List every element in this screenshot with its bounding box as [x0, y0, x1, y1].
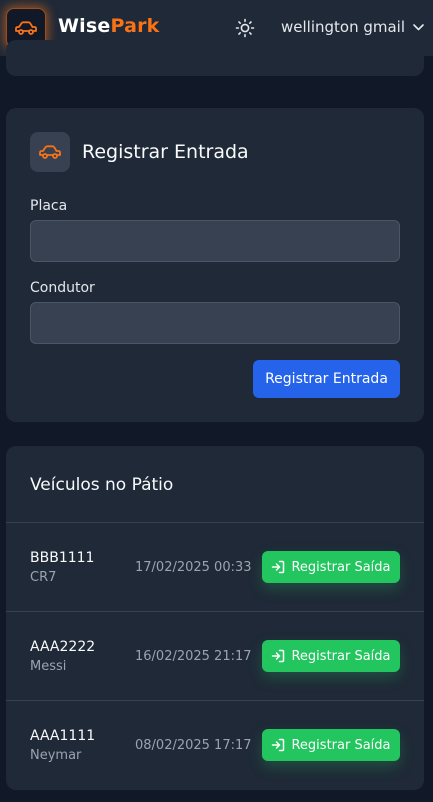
sign-in-icon [271, 560, 285, 574]
vehicles-card: Veículos no Pátio BBB1111 CR7 17/02/2025… [6, 446, 424, 790]
vehicle-entry-time: 16/02/2025 21:17 [135, 649, 252, 664]
vehicle-plate: BBB1111 [30, 550, 95, 566]
entry-car-icon-box [30, 132, 70, 172]
entry-title: Registrar Entrada [82, 141, 249, 163]
register-exit-button[interactable]: Registrar Saída [262, 640, 400, 672]
vehicle-plate: AAA1111 [30, 728, 96, 744]
vehicle-entry-time: 17/02/2025 00:33 [135, 560, 252, 575]
sun-icon [235, 18, 255, 38]
register-exit-label: Registrar Saída [291, 559, 391, 575]
previous-card [6, 40, 424, 76]
sign-in-icon [271, 738, 285, 752]
vehicle-plate: AAA2222 [30, 639, 96, 655]
chevron-down-icon [413, 23, 424, 31]
vehicle-driver: Neymar [30, 748, 82, 763]
register-exit-label: Registrar Saída [291, 737, 391, 753]
driver-label: Condutor [30, 280, 95, 296]
vehicle-driver: CR7 [30, 570, 57, 585]
sign-in-icon [271, 649, 285, 663]
vehicle-entry-time: 08/02/2025 17:17 [135, 738, 252, 753]
brand-part-wise: Wise [58, 15, 111, 37]
vehicle-driver: Messi [30, 659, 67, 674]
vehicle-row: AAA1111 Neymar 08/02/2025 17:17 Registra… [6, 700, 424, 789]
brand-name: WisePark [58, 15, 160, 37]
car-icon [39, 145, 61, 159]
vehicle-row: AAA2222 Messi 16/02/2025 21:17 Registrar… [6, 611, 424, 700]
theme-toggle-button[interactable] [234, 17, 256, 39]
plate-input[interactable] [30, 220, 400, 262]
register-exit-button[interactable]: Registrar Saída [262, 729, 400, 761]
entry-card: Registrar Entrada Placa Condutor Registr… [6, 108, 424, 422]
register-entry-button[interactable]: Registrar Entrada [253, 360, 400, 398]
car-icon [15, 21, 37, 35]
register-exit-button[interactable]: Registrar Saída [262, 551, 400, 583]
user-menu[interactable]: wellington gmail [281, 18, 424, 36]
register-exit-label: Registrar Saída [291, 648, 391, 664]
user-name: wellington gmail [281, 18, 406, 36]
vehicles-title: Veículos no Pátio [30, 475, 174, 495]
driver-input[interactable] [30, 302, 400, 344]
plate-label: Placa [30, 198, 68, 214]
vehicle-row: BBB1111 CR7 17/02/2025 00:33 Registrar S… [6, 522, 424, 611]
brand-part-park: Park [110, 15, 160, 37]
